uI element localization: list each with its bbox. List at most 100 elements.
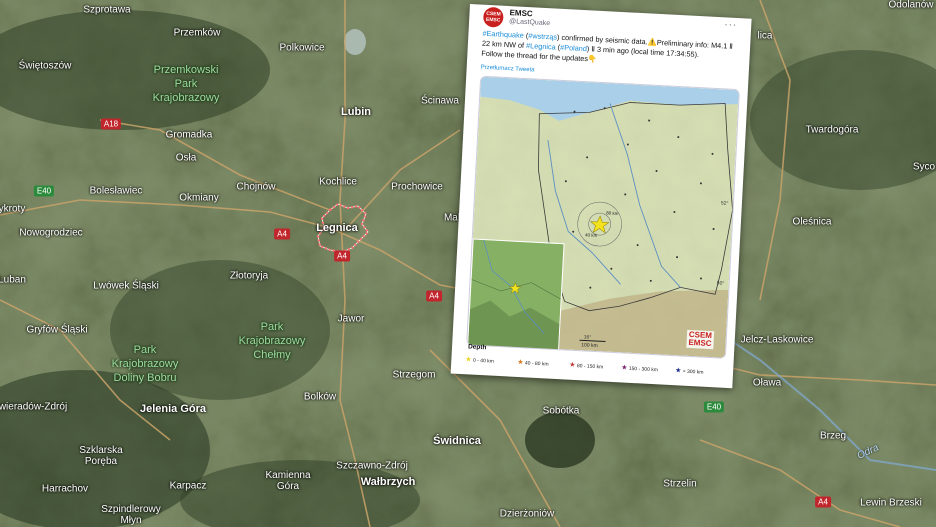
place-gryfow[interactable]: Gryfów Śląski bbox=[26, 325, 87, 336]
park-doliny-bobru[interactable]: Park Krajobrazowy Doliny Bobru bbox=[112, 343, 179, 385]
place-szprotawa[interactable]: Szprotawa bbox=[83, 5, 130, 16]
legend-item-label: 40 - 80 km bbox=[524, 360, 549, 368]
place-karpacz[interactable]: Karpacz bbox=[170, 481, 207, 492]
place-brzeg[interactable]: Brzeg bbox=[820, 431, 846, 442]
place-legnica[interactable]: Legnica bbox=[316, 222, 358, 234]
place-walbrzych[interactable]: Wałbrzych bbox=[361, 476, 416, 488]
avatar[interactable]: CSEM EMSC bbox=[482, 6, 504, 28]
road-shield-e40-west: E40 bbox=[33, 185, 55, 197]
park-label-line: Krajobrazowy bbox=[152, 92, 220, 104]
place-lwowek[interactable]: Lwówek Śląski bbox=[93, 281, 159, 292]
latitude-label: 52° bbox=[720, 200, 729, 207]
emsc-logo: CSEM EMSC bbox=[686, 329, 715, 350]
radius-label-40km: 40 km bbox=[584, 232, 598, 238]
place-osla[interactable]: Osła bbox=[176, 153, 197, 164]
place-harrachov[interactable]: Harrachov bbox=[42, 484, 88, 495]
star-icon: ★ bbox=[517, 358, 524, 367]
place-chojnow[interactable]: Chojnów bbox=[237, 182, 276, 193]
road-shield-e40-east: E40 bbox=[703, 401, 725, 413]
place-luban[interactable]: Luban bbox=[0, 275, 26, 286]
place-olesnica[interactable]: Oleśnica bbox=[793, 217, 832, 228]
legend-item-label: 150 - 300 km bbox=[628, 365, 659, 374]
place-bolkow[interactable]: Bolków bbox=[304, 392, 336, 403]
park-przemkowski[interactable]: Przemkowski Park Krajobrazowy bbox=[153, 63, 220, 105]
legend-item-label: 80 - 150 km bbox=[576, 363, 604, 371]
legend-item: ★ 0 - 40 km bbox=[465, 355, 494, 364]
park-label-line: Park bbox=[174, 78, 198, 90]
logo-text: EMSC bbox=[688, 337, 712, 349]
park-label-line: Park bbox=[133, 344, 157, 356]
legend-item: ★ 40 - 80 km bbox=[517, 358, 549, 368]
place-przemkow[interactable]: Przemków bbox=[174, 28, 221, 39]
hashtag-link[interactable]: #wstrząs bbox=[528, 31, 557, 41]
place-lica[interactable]: lica bbox=[757, 31, 772, 42]
place-odolanow[interactable]: Odolanów bbox=[888, 0, 933, 11]
road-shield-a4: A4 bbox=[815, 496, 831, 508]
place-zlotoryja[interactable]: Złotoryja bbox=[230, 271, 268, 282]
star-icon: ★ bbox=[569, 361, 576, 370]
park-label-line: Chełmy bbox=[253, 349, 291, 361]
place-scinawa[interactable]: Ścinawa bbox=[421, 96, 459, 107]
forest-area bbox=[525, 412, 595, 468]
author-handle[interactable]: @LastQuake bbox=[509, 18, 550, 27]
place-prochowice[interactable]: Prochowice bbox=[391, 182, 443, 193]
place-gromadka[interactable]: Gromadka bbox=[166, 130, 213, 141]
place-syco[interactable]: Syco bbox=[913, 162, 935, 173]
place-jelcz-laskowice[interactable]: Jelcz-Laskowice bbox=[741, 335, 814, 346]
legend-item-label: 0 - 40 km bbox=[472, 357, 494, 365]
place-strzelin[interactable]: Strzelin bbox=[663, 479, 696, 490]
legend-title: Depth bbox=[467, 343, 487, 352]
road-shield-a4: A4 bbox=[426, 290, 442, 302]
place-nowogrodziec[interactable]: Nowogrodziec bbox=[19, 228, 82, 239]
park-label-line: Krajobrazowy bbox=[238, 335, 306, 347]
author-name[interactable]: EMSC bbox=[509, 8, 533, 18]
place-kamienna-gora[interactable]: Kamienna Góra bbox=[262, 470, 314, 492]
longitude-label: 16° bbox=[583, 334, 592, 341]
road-shield-a4: A4 bbox=[334, 250, 350, 262]
park-label-line: Przemkowski bbox=[153, 64, 219, 76]
place-polkowice[interactable]: Polkowice bbox=[279, 43, 324, 54]
hashtag-link[interactable]: #Legnica bbox=[526, 41, 556, 52]
place-szczawno[interactable]: Szczawno-Zdrój bbox=[336, 461, 408, 472]
scale-label: 100 km bbox=[581, 342, 598, 350]
legend-item-label: > 300 km bbox=[682, 368, 704, 376]
place-szklarska[interactable]: Szklarska Poręba bbox=[71, 445, 131, 467]
road-shield-a4: A4 bbox=[274, 228, 290, 240]
place-olawa[interactable]: Oława bbox=[753, 378, 781, 389]
place-swidnica[interactable]: Świdnica bbox=[433, 435, 481, 447]
more-options-icon[interactable]: ··· bbox=[724, 19, 738, 31]
place-swietoszow[interactable]: Świętoszów bbox=[19, 61, 72, 72]
inset-zoom-map[interactable] bbox=[467, 238, 565, 352]
place-dzierzoniow[interactable]: Dzierżoniów bbox=[500, 509, 554, 520]
radius-label-80km: 80 km bbox=[606, 210, 619, 217]
lake bbox=[344, 29, 366, 55]
place-swieradow[interactable]: wieradów-Zdrój bbox=[0, 402, 67, 413]
park-label-line: Park bbox=[260, 321, 284, 333]
park-label-line: Krajobrazowy bbox=[111, 358, 179, 370]
place-szpindlerowy[interactable]: Szpindlerowy Młyn bbox=[91, 504, 171, 526]
place-jawor[interactable]: Jawor bbox=[338, 314, 365, 325]
place-boleslawiec[interactable]: Bolesławiec bbox=[90, 186, 143, 197]
place-strzegom[interactable]: Strzegom bbox=[393, 370, 436, 381]
star-icon: ★ bbox=[620, 364, 628, 372]
place-ykroty[interactable]: ykroty bbox=[0, 204, 25, 215]
translate-link[interactable]: Przetłumacz Tweeta bbox=[481, 65, 535, 74]
place-jelenia-gora[interactable]: Jelenia Góra bbox=[140, 403, 206, 415]
place-sobotka[interactable]: Sobótka bbox=[543, 406, 580, 417]
legend-item: ★ > 300 km bbox=[675, 366, 704, 375]
place-twardogora[interactable]: Twardogóra bbox=[806, 125, 859, 136]
avatar-text: EMSC bbox=[485, 16, 501, 24]
star-icon: ★ bbox=[465, 356, 472, 364]
park-chelmy[interactable]: Park Krajobrazowy Chełmy bbox=[239, 320, 306, 362]
road-shield-a18: A18 bbox=[100, 118, 122, 130]
latitude-label: 50° bbox=[716, 280, 725, 287]
hashtag-link[interactable]: #Poland bbox=[560, 43, 587, 53]
place-lewin-brzeski[interactable]: Lewin Brzeski bbox=[860, 498, 922, 509]
tweet-card[interactable]: CSEM EMSC EMSC @LastQuake ··· #Earthquak… bbox=[450, 4, 752, 389]
place-lubin[interactable]: Lubin bbox=[341, 106, 371, 118]
tweet-map-image[interactable]: 80 km 40 km 52° 50° 16° 100 km CSEM EMSC bbox=[466, 75, 740, 359]
legend-item: ★ 150 - 300 km bbox=[621, 363, 658, 373]
place-kochlice[interactable]: Kochlice bbox=[319, 177, 357, 188]
place-okmiany[interactable]: Okmiany bbox=[179, 193, 218, 204]
legend-item: ★ 80 - 150 km bbox=[569, 361, 603, 371]
